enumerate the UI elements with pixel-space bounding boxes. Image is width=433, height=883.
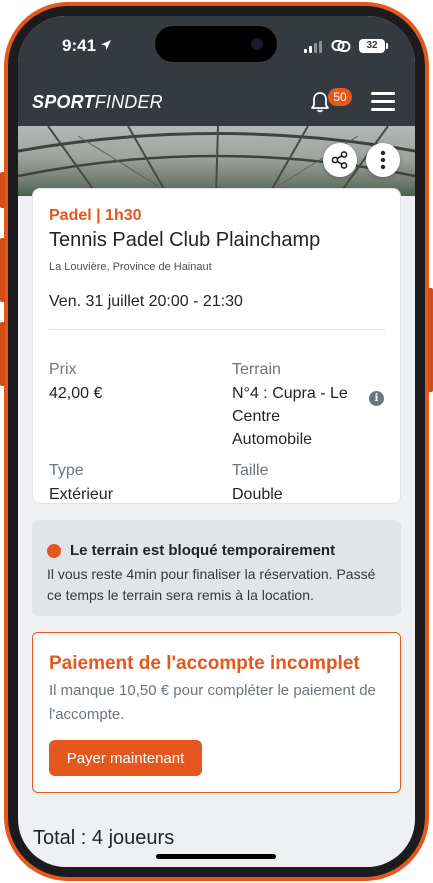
court-blocked-notice: Le terrain est bloqué temporairement Il … (32, 520, 401, 616)
camera-icon (251, 38, 263, 50)
sport-duration: Padel | 1h30 (49, 207, 142, 224)
volume-down-button (0, 322, 5, 386)
status-time-text: 9:41 (62, 36, 97, 55)
status-bar: 9:41 32 (18, 16, 415, 88)
court-label: Terrain (232, 361, 281, 378)
pay-now-button[interactable]: Payer maintenant (49, 740, 202, 776)
court-value: N°4 : Cupra - Le Centre Automobile (232, 385, 348, 448)
club-location: La Louvière, Province de Hainaut (49, 261, 212, 273)
size-label: Taille (232, 462, 269, 479)
signal-icon (304, 41, 322, 53)
power-button (428, 288, 433, 392)
location-arrow-icon (101, 40, 112, 50)
logo-finder-text: FINDER (94, 92, 163, 112)
sportfinder-logo[interactable]: SPORTFINDER (32, 92, 163, 113)
more-options-button[interactable] (366, 143, 400, 177)
more-vertical-icon (380, 150, 386, 170)
booking-card: Padel | 1h30 Tennis Padel Club Plaincham… (32, 188, 401, 504)
payment-title: Paiement de l'accompte incomplet (49, 653, 360, 674)
type-label: Type (49, 462, 84, 479)
logo-sport-text: SPORT (32, 92, 95, 112)
players-total: Total : 4 joueurs (33, 827, 175, 849)
info-icon[interactable]: i (369, 391, 384, 406)
share-icon (331, 151, 348, 169)
action-button (0, 172, 5, 208)
menu-icon[interactable] (371, 92, 395, 112)
share-button[interactable] (323, 143, 357, 177)
type-value: Extérieur (49, 486, 114, 503)
notification-badge[interactable]: 50 (328, 88, 352, 106)
status-dot-icon (47, 544, 61, 558)
size-value: Double (232, 486, 283, 503)
app-header: SPORTFINDER 50 (18, 88, 415, 126)
payment-text: Il manque 10,50 € pour compléter le paie… (49, 682, 376, 723)
link-icon (331, 40, 351, 52)
club-name[interactable]: Tennis Padel Club Plainchamp (49, 229, 320, 252)
booking-datetime: Ven. 31 juillet 20:00 - 21:30 (49, 293, 243, 310)
price-label: Prix (49, 361, 77, 378)
battery-icon: 32 (359, 39, 388, 53)
payment-card: Paiement de l'accompte incomplet Il manq… (32, 632, 401, 793)
screen: 9:41 32 SPORTFINDER 50 Padel | 1h30 Tenn… (18, 16, 415, 867)
volume-up-button (0, 238, 5, 302)
home-indicator[interactable] (156, 854, 276, 859)
notice-title: Le terrain est bloqué temporairement (70, 542, 336, 559)
status-time: 9:41 (62, 36, 112, 56)
price-value: 42,00 € (49, 385, 103, 402)
dynamic-island (155, 26, 277, 62)
divider (49, 329, 385, 330)
notice-text: Il vous reste 4min pour finaliser la rés… (47, 566, 376, 603)
